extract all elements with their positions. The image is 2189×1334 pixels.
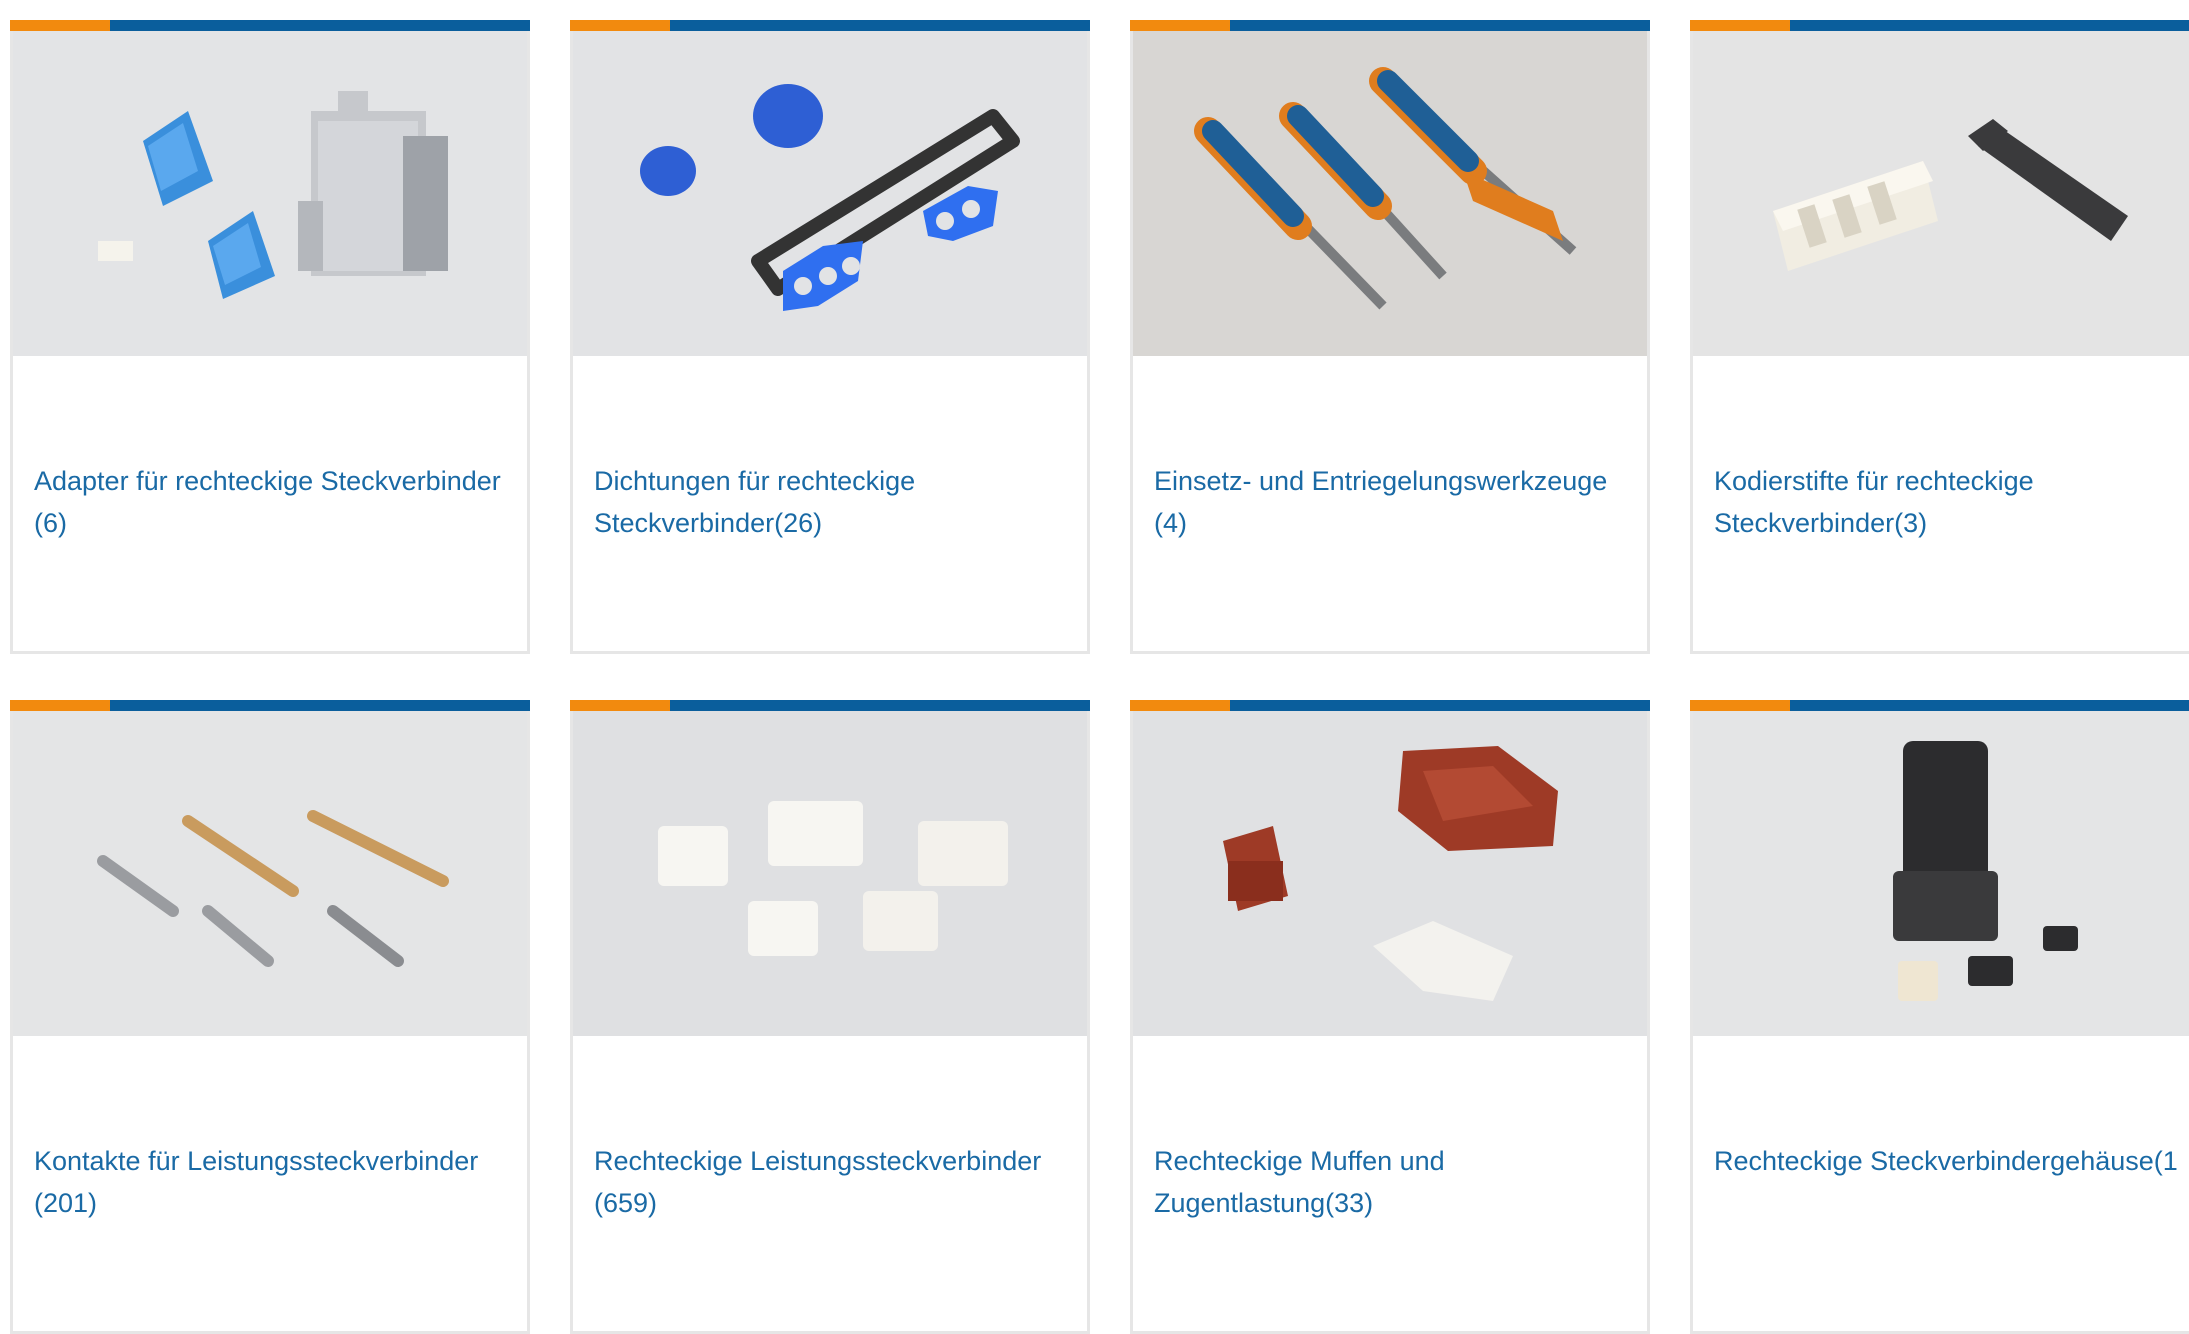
product-image-seals[interactable] <box>573 31 1087 356</box>
category-link[interactable]: Einsetz- und Entriegelungswerkzeuge (4) <box>1154 460 1644 544</box>
product-image-housings[interactable] <box>1693 711 2189 1036</box>
product-image-hoods[interactable] <box>1133 711 1647 1036</box>
card-accent-bar <box>1690 20 1790 31</box>
category-count[interactable]: (1 <box>2154 1146 2178 1176</box>
product-image-power-connectors[interactable] <box>573 711 1087 1036</box>
category-count[interactable]: (3) <box>1894 508 1927 538</box>
category-link[interactable]: Rechteckige Leistungssteckverbinder (659… <box>594 1140 1084 1224</box>
category-title[interactable]: Rechteckige Muffen und Zugentlastung <box>1154 1146 1445 1218</box>
card-accent-bar <box>1690 700 1790 711</box>
category-count[interactable]: (4) <box>1154 508 1187 538</box>
category-title[interactable]: Kodierstifte für rechteckige Steckverbin… <box>1714 466 2034 538</box>
category-card-dichtungen[interactable]: Dichtungen für rechteckige Steckverbinde… <box>570 20 1090 654</box>
product-image-coding-pins[interactable] <box>1693 31 2189 356</box>
category-title[interactable]: Kontakte für Leistungssteckverbinder <box>34 1146 478 1176</box>
category-count[interactable]: (201) <box>34 1188 97 1218</box>
card-accent-bar <box>1130 20 1230 31</box>
card-top-bar <box>570 20 1090 31</box>
card-accent-bar <box>570 700 670 711</box>
category-link[interactable]: Kontakte für Leistungssteckverbinder (20… <box>34 1140 524 1224</box>
category-card-kodierstifte[interactable]: Kodierstifte für rechteckige Steckverbin… <box>1690 20 2189 654</box>
card-top-bar <box>1690 20 2189 31</box>
category-count[interactable]: (26) <box>774 508 822 538</box>
category-title[interactable]: Rechteckige Steckverbindergehäuse <box>1714 1146 2154 1176</box>
category-title[interactable]: Rechteckige Leistungssteckverbinder <box>594 1146 1041 1176</box>
category-count[interactable]: (33) <box>1325 1188 1373 1218</box>
category-title[interactable]: Einsetz- und Entriegelungswerkzeuge <box>1154 466 1607 496</box>
category-card-leistungssteckverbinder[interactable]: Rechteckige Leistungssteckverbinder (659… <box>570 700 1090 1334</box>
category-link[interactable]: Rechteckige Steckverbindergehäuse(1 <box>1714 1140 2189 1182</box>
category-link[interactable]: Dichtungen für rechteckige Steckverbinde… <box>594 460 1084 544</box>
card-top-bar <box>570 700 1090 711</box>
card-top-bar <box>1690 700 2189 711</box>
card-top-bar <box>1130 20 1650 31</box>
card-top-bar <box>1130 700 1650 711</box>
category-card-adapter[interactable]: Adapter für rechteckige Steckverbinder (… <box>10 20 530 654</box>
product-image-adapters[interactable] <box>13 31 527 356</box>
category-card-muffen[interactable]: Rechteckige Muffen und Zugentlastung(33) <box>1130 700 1650 1334</box>
card-accent-bar <box>1130 700 1230 711</box>
category-card-kontakte[interactable]: Kontakte für Leistungssteckverbinder (20… <box>10 700 530 1334</box>
card-accent-bar <box>570 20 670 31</box>
card-accent-bar <box>10 20 110 31</box>
category-count[interactable]: (659) <box>594 1188 657 1218</box>
category-link[interactable]: Rechteckige Muffen und Zugentlastung(33) <box>1154 1140 1644 1224</box>
category-card-gehaeuse[interactable]: Rechteckige Steckverbindergehäuse(1 <box>1690 700 2189 1334</box>
category-card-werkzeuge[interactable]: Einsetz- und Entriegelungswerkzeuge (4) <box>1130 20 1650 654</box>
card-top-bar <box>10 700 530 711</box>
category-link[interactable]: Adapter für rechteckige Steckverbinder (… <box>34 460 524 544</box>
product-image-tools[interactable] <box>1133 31 1647 356</box>
card-accent-bar <box>10 700 110 711</box>
category-link[interactable]: Kodierstifte für rechteckige Steckverbin… <box>1714 460 2189 544</box>
category-count[interactable]: (6) <box>34 508 67 538</box>
category-title[interactable]: Adapter für rechteckige Steckverbinder <box>34 466 501 496</box>
product-image-contacts[interactable] <box>13 711 527 1036</box>
card-top-bar <box>10 20 530 31</box>
category-title[interactable]: Dichtungen für rechteckige Steckverbinde… <box>594 466 915 538</box>
